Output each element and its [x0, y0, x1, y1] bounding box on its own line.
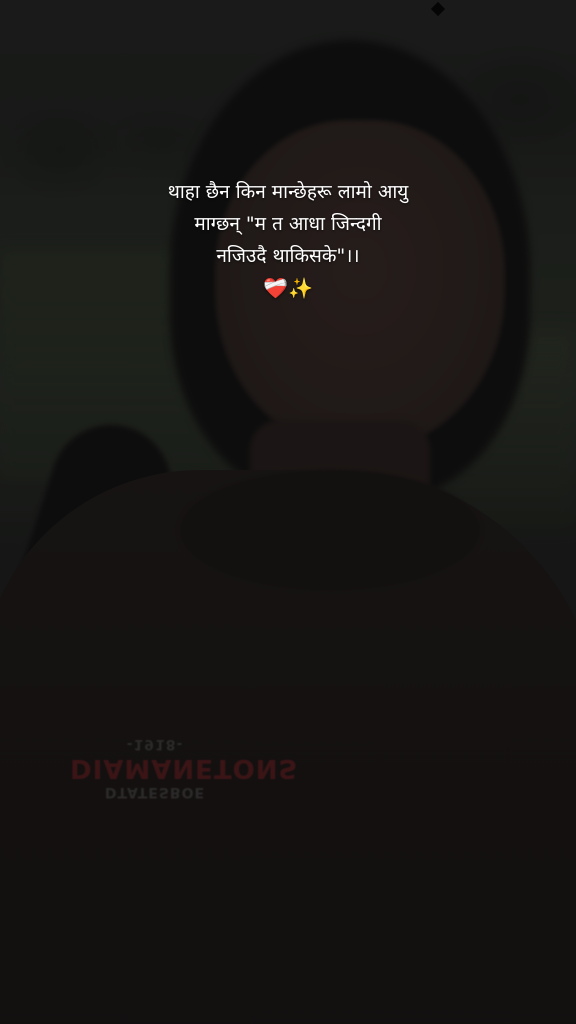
caption-line-3: नजिउदै थाकिसके"।।	[216, 245, 360, 267]
caption-line-1: थाहा छैन किन मान्छेहरू लामो आयु	[167, 181, 409, 203]
caption-emojis: ❤️‍🩹✨	[263, 276, 313, 300]
story-caption: थाहा छैन किन मान्छेहरू लामो आयु माग्छन् …	[88, 176, 488, 304]
caption-line-2: माग्छन् "म त आधा जिन्दगी	[194, 213, 382, 235]
story-canvas: DTATESBOE DIAMANETONS -1918- थाहा छैन कि…	[0, 0, 576, 1024]
dark-overlay	[0, 0, 576, 1024]
